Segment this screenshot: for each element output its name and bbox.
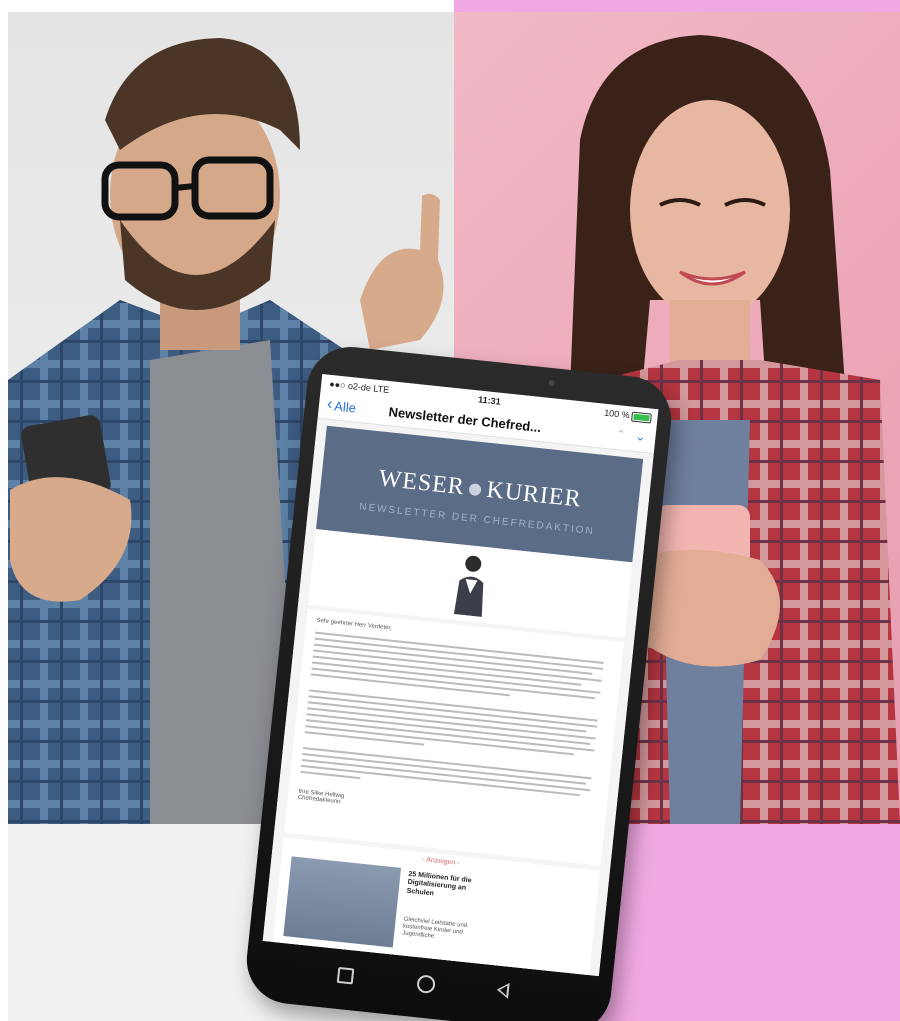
- promo-title[interactable]: 25 Millionen für die Digitalisierung an …: [406, 871, 478, 903]
- home-icon[interactable]: [416, 974, 436, 995]
- chevron-up-icon[interactable]: ⌃: [615, 427, 626, 442]
- battery-percent: 100 %: [603, 407, 631, 421]
- promo-text: Gleichviel Leitstätte und kostenfreie Ki…: [401, 916, 468, 941]
- ad-composition: ●●○ o2-de LTE 11:31 100 % ‹ Alle Newslet…: [0, 0, 900, 1021]
- chevron-down-icon[interactable]: ⌄: [635, 429, 646, 444]
- back-triangle-icon[interactable]: [496, 981, 510, 999]
- recent-apps-icon[interactable]: [336, 966, 355, 985]
- chevron-left-icon: ‹: [326, 395, 334, 414]
- logo-right: KURIER: [485, 476, 583, 513]
- logo-left: WESER: [377, 465, 467, 501]
- text-line: [301, 764, 580, 797]
- editor-portrait-icon: [453, 555, 484, 617]
- logo-emblem-icon: [468, 483, 483, 497]
- mail-body: WESER KURIER NEWSLETTER DER CHEFREDAKTION…: [262, 418, 654, 977]
- clock: 11:31: [477, 394, 502, 407]
- promo-image: [283, 856, 402, 948]
- back-label: Alle: [333, 397, 357, 416]
- smartphone: ●●○ o2-de LTE 11:31 100 % ‹ Alle Newslet…: [242, 342, 676, 1021]
- battery-icon: [631, 411, 652, 424]
- newsletter-text: Sehr geehrter Herr Verdeter, Ihre Silke …: [284, 608, 624, 866]
- carrier-label: ●●○ o2-de LTE: [328, 378, 390, 396]
- phone-screen: ●●○ o2-de LTE 11:31 100 % ‹ Alle Newslet…: [262, 373, 659, 977]
- signature: Ihre Silke Hellwig Chefredakteurin: [297, 788, 345, 806]
- back-button[interactable]: ‹ Alle: [326, 395, 357, 416]
- salutation: Sehr geehrter Herr Verdeter,: [316, 617, 393, 632]
